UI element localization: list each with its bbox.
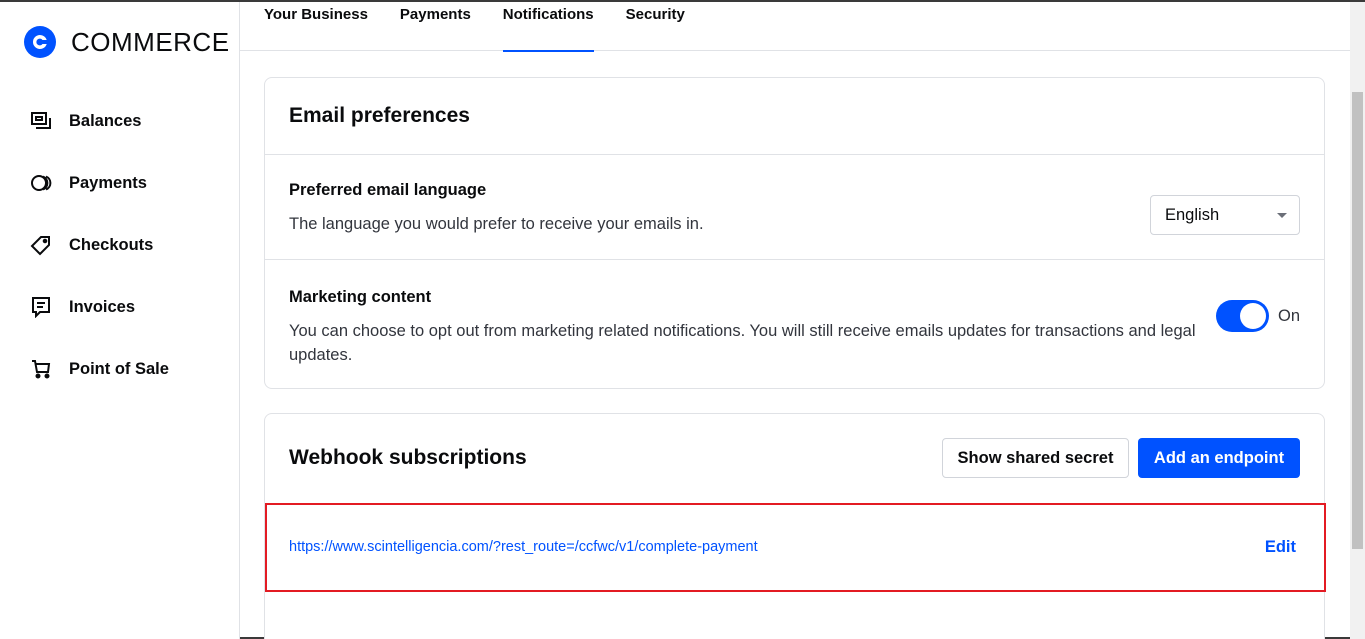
marketing-toggle-state: On (1277, 306, 1300, 325)
tab-notifications[interactable]: Notifications (502, 2, 594, 52)
sidebar-item-label: Payments (69, 173, 147, 192)
tab-your-business[interactable]: Your Business (264, 2, 368, 51)
chevron-down-icon (1277, 213, 1287, 218)
edit-endpoint-button[interactable]: Edit (1265, 538, 1296, 557)
tab-security[interactable]: Security (626, 2, 685, 51)
checkouts-tag-icon (30, 234, 52, 256)
add-endpoint-button[interactable]: Add an endpoint (1138, 438, 1300, 478)
email-preferences-card: Email preferences Preferred email langua… (264, 77, 1325, 389)
brand-name: COMMERCE (71, 26, 230, 57)
payments-icon (30, 172, 52, 194)
sidebar-item-label: Point of Sale (69, 359, 169, 378)
cart-icon (30, 358, 52, 380)
brand-logo[interactable]: COMMERCE (24, 26, 230, 58)
email-preferences-header: Email preferences (265, 78, 1324, 155)
email-preferences-title: Email preferences (289, 104, 470, 127)
sidebar-item-payments[interactable]: Payments (0, 152, 239, 214)
webhook-endpoint-url[interactable]: https://www.scintelligencia.com/?rest_ro… (289, 539, 758, 555)
toggle-knob (1239, 303, 1266, 329)
sidebar-item-label: Invoices (69, 297, 136, 316)
marketing-toggle-group: On (1215, 300, 1300, 332)
language-select-value: English (1165, 206, 1220, 224)
marketing-content-row: Marketing content You can choose to opt … (265, 260, 1324, 367)
language-select[interactable]: English (1150, 195, 1300, 235)
invoices-icon (30, 296, 52, 318)
commerce-logo-icon (24, 26, 56, 58)
sidebar-item-point-of-sale[interactable]: Point of Sale (0, 338, 239, 400)
settings-tabs: Your Business Payments Notifications Sec… (240, 2, 1350, 52)
sidebar-item-label: Checkouts (69, 235, 154, 254)
sidebar-item-invoices[interactable]: Invoices (0, 276, 239, 338)
page-scrollbar[interactable] (1350, 2, 1365, 639)
tab-payments[interactable]: Payments (400, 2, 471, 51)
preferred-language-row: Preferred email language The language yo… (265, 155, 1324, 260)
webhook-header: Webhook subscriptions Show shared secret… (265, 414, 1324, 503)
sidebar: COMMERCE Balances Payments Checkouts Inv… (0, 2, 240, 639)
marketing-content-description: You can choose to opt out from marketing… (289, 322, 1196, 364)
sidebar-item-balances[interactable]: Balances (0, 90, 239, 152)
webhook-endpoint-row: https://www.scintelligencia.com/?rest_ro… (265, 503, 1326, 592)
marketing-content-title: Marketing content (289, 288, 432, 306)
webhook-subscriptions-card: Webhook subscriptions Show shared secret… (264, 413, 1326, 639)
show-shared-secret-button[interactable]: Show shared secret (942, 438, 1129, 478)
sidebar-item-label: Balances (69, 111, 142, 130)
sidebar-nav: Balances Payments Checkouts Invoices Poi… (0, 90, 239, 400)
sidebar-item-checkouts[interactable]: Checkouts (0, 214, 239, 276)
scrollbar-thumb[interactable] (1352, 92, 1363, 549)
balances-icon (30, 110, 52, 132)
marketing-toggle[interactable] (1215, 300, 1269, 332)
